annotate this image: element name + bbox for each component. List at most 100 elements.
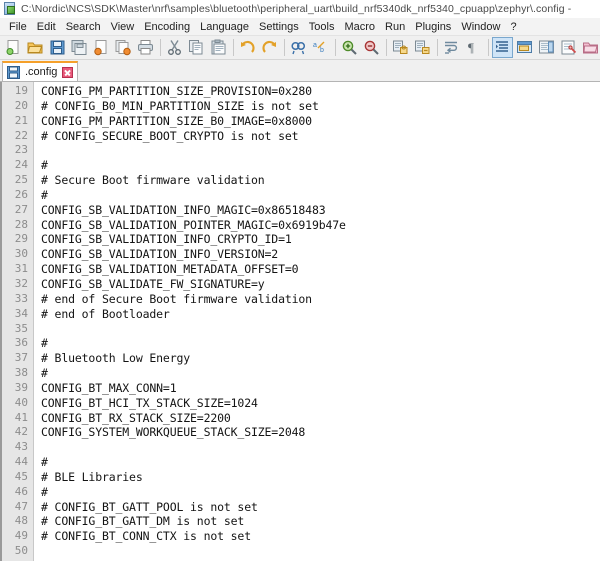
code-line[interactable] [41,322,600,337]
line-number: 48 [14,514,28,528]
code-line[interactable]: # [41,485,600,500]
line-number: 39 [14,380,28,394]
indent-guide-icon[interactable] [492,37,513,58]
toolbar-separator [284,39,285,56]
open-file-icon[interactable] [25,37,46,58]
copy-icon[interactable] [186,37,207,58]
document-map-icon[interactable] [536,37,557,58]
line-number: 29 [14,232,28,246]
menu-item-file[interactable]: File [4,20,32,34]
code-line[interactable]: # CONFIG_B0_MIN_PARTITION_SIZE is not se… [41,99,600,114]
editor-area[interactable]: 19 20 21 22 23 24 25 26 27 28 29 30 31 32 33 34 35 36 37 38… [0,82,600,561]
menu-item-search[interactable]: Search [61,20,106,34]
code-line[interactable]: CONFIG_BT_HCI_TX_STACK_SIZE=1024 [41,396,600,411]
code-line[interactable] [41,544,600,559]
code-line[interactable]: CONFIG_SB_VALIDATION_METADATA_OFFSET=0 [41,262,600,277]
code-line[interactable]: # [41,158,600,173]
code-line[interactable]: # Bluetooth Low Energy [41,351,600,366]
close-tab-icon[interactable] [62,66,74,78]
code-line[interactable]: CONFIG_SYSTEM_WORKQUEUE_STACK_SIZE=2048 [41,425,600,440]
code-line[interactable]: # Secure Boot firmware validation [41,173,600,188]
menu-item-language[interactable]: Language [195,20,254,34]
toolbar-separator [437,39,438,56]
close-file-icon[interactable] [91,37,112,58]
code-text[interactable]: CONFIG_PM_PARTITION_SIZE_PROVISION=0x280… [34,82,600,561]
function-list-icon[interactable] [558,37,579,58]
line-number: 21 [14,113,28,127]
code-line[interactable]: # [41,188,600,203]
menu-item-settings[interactable]: Settings [254,20,304,34]
find-icon[interactable] [288,37,309,58]
code-line[interactable]: CONFIG_SB_VALIDATE_FW_SIGNATURE=y [41,277,600,292]
code-line[interactable]: # [41,366,600,381]
code-line[interactable]: CONFIG_PM_PARTITION_SIZE_B0_IMAGE=0x8000 [41,114,600,129]
code-line[interactable]: CONFIG_BT_RX_STACK_SIZE=2200 [41,411,600,426]
tab-config[interactable]: .config [2,61,79,81]
code-line[interactable] [41,440,600,455]
code-line[interactable]: # BLE Libraries [41,470,600,485]
code-line[interactable]: # CONFIG_BT_GATT_POOL is not set [41,500,600,515]
sync-vertical-icon[interactable] [390,37,411,58]
cut-icon[interactable] [164,37,185,58]
code-line[interactable]: # CONFIG_BT_CONN_CTX is not set [41,529,600,544]
svg-text:¶: ¶ [468,40,474,55]
line-number: 45 [14,469,28,483]
close-all-icon[interactable] [113,37,134,58]
sync-horizontal-icon[interactable] [412,37,433,58]
tab-label: .config [25,66,58,78]
code-line[interactable]: CONFIG_PM_PARTITION_SIZE_PROVISION=0x280 [41,84,600,99]
save-blue-icon [7,65,20,79]
paste-icon[interactable] [208,37,229,58]
code-line[interactable]: # end of Secure Boot firmware validation [41,292,600,307]
code-line[interactable]: CONFIG_SB_VALIDATION_INFO_CRYPTO_ID=1 [41,232,600,247]
new-file-icon[interactable] [3,37,24,58]
undo-icon[interactable] [237,37,258,58]
code-line[interactable]: CONFIG_SB_VALIDATION_INFO_VERSION=2 [41,247,600,262]
line-number: 43 [14,440,28,454]
print-icon[interactable] [135,37,156,58]
user-defined-dialog-icon[interactable] [514,37,535,58]
menu-item-macro[interactable]: Macro [339,20,380,34]
code-line[interactable]: # end of Bootloader [41,307,600,322]
redo-icon[interactable] [259,37,280,58]
replace-icon[interactable]: ab [310,37,331,58]
title-bar: C:\Nordic\NCS\SDK\Master\nrf\samples\blu… [0,0,600,18]
line-number: 34 [14,306,28,320]
notepadpp-icon [3,2,17,16]
menu-item-tools[interactable]: Tools [304,20,340,34]
line-number: 26 [14,187,28,201]
menu-item-help[interactable]: ? [505,20,521,34]
line-number: 31 [14,262,28,276]
code-line[interactable]: CONFIG_SB_VALIDATION_POINTER_MAGIC=0x691… [41,218,600,233]
line-number: 19 [14,84,28,97]
line-number: 36 [14,336,28,350]
menu-item-edit[interactable]: Edit [32,20,61,34]
line-number: 44 [14,455,28,469]
save-all-icon[interactable] [69,37,90,58]
zoom-in-icon[interactable] [339,37,360,58]
code-line[interactable]: # [41,455,600,470]
svg-text:a: a [313,42,317,49]
show-all-chars-icon[interactable]: ¶ [463,37,484,58]
line-number-gutter: 19 20 21 22 23 24 25 26 27 28 29 30 31 32 33 34 35 36 37 38… [0,82,34,561]
code-line[interactable]: CONFIG_BT_MAX_CONN=1 [41,381,600,396]
folder-workspace-icon[interactable] [580,37,600,58]
menu-item-window[interactable]: Window [456,20,505,34]
menu-item-run[interactable]: Run [380,20,410,34]
line-number: 22 [14,128,28,142]
save-icon[interactable] [47,37,68,58]
menu-item-plugins[interactable]: Plugins [410,20,456,34]
menu-item-encoding[interactable]: Encoding [139,20,195,34]
menu-item-view[interactable]: View [106,20,140,34]
line-number: 30 [14,247,28,261]
code-line[interactable] [41,143,600,158]
code-line[interactable]: CONFIG_SB_VALIDATION_INFO_MAGIC=0x865184… [41,203,600,218]
toolbar-separator [335,39,336,56]
code-line[interactable]: # [41,336,600,351]
code-line[interactable]: # CONFIG_BT_GATT_DM is not set [41,514,600,529]
code-line[interactable]: # CONFIG_SECURE_BOOT_CRYPTO is not set [41,129,600,144]
notepadpp-window: C:\Nordic\NCS\SDK\Master\nrf\samples\blu… [0,0,600,561]
word-wrap-icon[interactable] [441,37,462,58]
zoom-out-icon[interactable] [361,37,382,58]
line-number: 38 [14,366,28,380]
